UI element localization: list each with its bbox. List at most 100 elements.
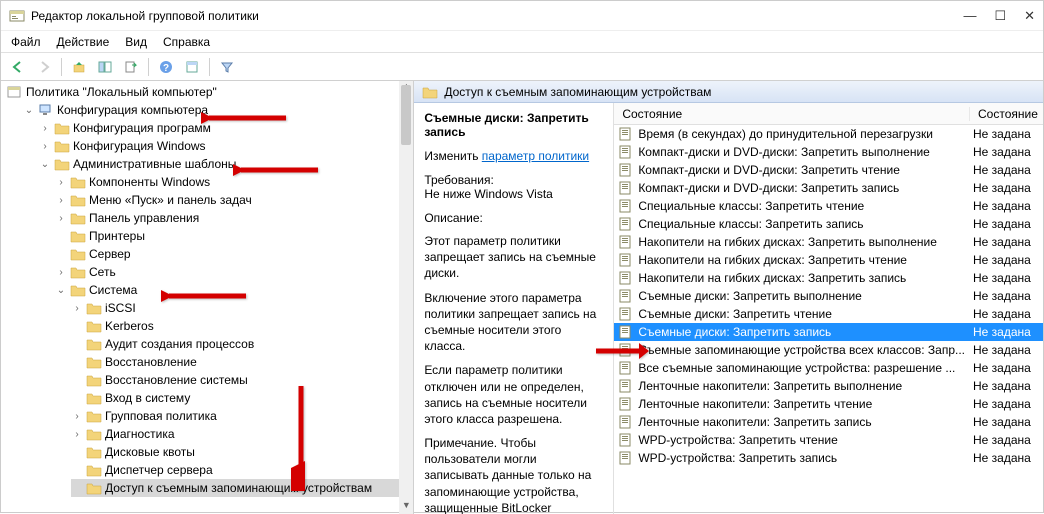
policy-row[interactable]: Компакт-диски и DVD-диски: Запретить зап… [614,179,1043,197]
tree-printers[interactable]: Принтеры [55,227,413,245]
tree-disk-quotas[interactable]: Дисковые квоты [71,443,413,461]
edit-label: Изменить [424,149,481,163]
description-p1: Этот параметр политики запрещает запись … [424,233,603,282]
tree-start-taskbar[interactable]: ›Меню «Пуск» и панель задач [55,191,413,209]
col-state-right[interactable]: Состояние [969,107,1043,121]
policy-row[interactable]: Специальные классы: Запретить чтениеНе з… [614,197,1043,215]
policy-setting-icon [618,163,634,177]
policy-name: Специальные классы: Запретить чтение [638,199,965,213]
tree-label: Конфигурация компьютера [57,103,208,117]
expand-icon[interactable]: › [39,123,51,134]
minimize-button[interactable]: — [963,8,976,24]
tree-group-policy[interactable]: ›Групповая политика [71,407,413,425]
collapse-icon[interactable]: ⌄ [23,105,35,116]
policy-row[interactable]: Съемные запоминающие устройства всех кла… [614,341,1043,359]
close-button[interactable]: ✕ [1024,8,1035,24]
expand-icon[interactable]: › [55,177,67,188]
tree-system[interactable]: ⌄ Система [55,281,413,299]
policy-setting-icon [618,199,634,213]
expand-icon[interactable]: › [71,411,83,422]
forward-button[interactable] [33,56,55,78]
properties-button[interactable] [181,56,203,78]
policy-setting-icon [618,127,634,141]
requirements-value: Не ниже Windows Vista [424,187,603,201]
tree-admin-templates[interactable]: ⌄Административные шаблоны [39,155,413,173]
tree-control-panel[interactable]: ›Панель управления [55,209,413,227]
menu-help[interactable]: Справка [163,35,210,49]
expand-icon[interactable]: › [71,429,83,440]
tree-removable-access[interactable]: Доступ к съемным запоминающим устройства… [71,479,413,497]
policy-row[interactable]: Съемные диски: Запретить записьНе задана [614,323,1043,341]
policy-setting-icon [618,379,634,393]
expand-icon[interactable]: › [71,303,83,314]
policy-row[interactable]: Время (в секундах) до принудительной пер… [614,125,1043,143]
policy-row[interactable]: Съемные диски: Запретить выполнениеНе за… [614,287,1043,305]
policy-row[interactable]: Специальные классы: Запретить записьНе з… [614,215,1043,233]
tree-recovery[interactable]: Восстановление [71,353,413,371]
tree-label: Вход в систему [105,391,190,405]
policy-name: Накопители на гибких дисках: Запретить ч… [638,253,965,267]
tree-logon[interactable]: Вход в систему [71,389,413,407]
policy-setting-icon [618,181,634,195]
expand-icon[interactable]: › [55,195,67,206]
policy-name: Компакт-диски и DVD-диски: Запретить зап… [638,181,965,195]
folder-icon [86,337,102,351]
policy-row[interactable]: Все съемные запоминающие устройства: раз… [614,359,1043,377]
toolbar: ? [1,53,1043,81]
tree-windows-components[interactable]: ›Компоненты Windows [55,173,413,191]
tree-iscsi[interactable]: ›iSCSI [71,299,413,317]
policy-state: Не задана [969,235,1043,249]
tree-server[interactable]: Сервер [55,245,413,263]
policy-state: Не задана [969,181,1043,195]
menu-view[interactable]: Вид [125,35,147,49]
tree-root[interactable]: Политика "Локальный компьютер" [7,83,413,101]
policy-setting-icon [618,343,634,357]
collapse-icon[interactable]: ⌄ [39,159,51,170]
collapse-icon[interactable]: ⌄ [55,285,67,296]
scrollbar-thumb[interactable] [401,85,411,145]
maximize-button[interactable]: ☐ [994,8,1006,24]
policy-state: Не задана [969,361,1043,375]
tree-label: Конфигурация Windows [73,139,206,153]
policy-row[interactable]: Ленточные накопители: Запретить чтениеНе… [614,395,1043,413]
menu-action[interactable]: Действие [57,35,110,49]
up-button[interactable] [68,56,90,78]
tree-computer-config[interactable]: ⌄ Конфигурация компьютера [23,101,413,119]
back-button[interactable] [7,56,29,78]
policy-row[interactable]: WPD-устройства: Запретить записьНе задан… [614,449,1043,467]
tree-kerberos[interactable]: Kerberos [71,317,413,335]
policy-row[interactable]: Компакт-диски и DVD-диски: Запретить вып… [614,143,1043,161]
policy-row[interactable]: Ленточные накопители: Запретить записьНе… [614,413,1043,431]
tree-audit[interactable]: Аудит создания процессов [71,335,413,353]
policy-row[interactable]: Накопители на гибких дисках: Запретить ч… [614,251,1043,269]
expand-icon[interactable]: › [55,267,67,278]
tree-server-manager[interactable]: Диспетчер сервера [71,461,413,479]
tree-software-settings[interactable]: ›Конфигурация программ [39,119,413,137]
col-state-left[interactable]: Состояние [614,107,969,121]
policy-row[interactable]: Накопители на гибких дисках: Запретить в… [614,233,1043,251]
menu-file[interactable]: Файл [11,35,41,49]
policy-row[interactable]: Компакт-диски и DVD-диски: Запретить чте… [614,161,1043,179]
edit-policy-link[interactable]: параметр политики [482,149,589,163]
tree-windows-settings[interactable]: › Конфигурация Windows [39,137,413,155]
policy-row[interactable]: Съемные диски: Запретить чтениеНе задана [614,305,1043,323]
description-label: Описание: [424,211,603,225]
folder-icon [86,445,102,459]
policy-row[interactable]: Ленточные накопители: Запретить выполнен… [614,377,1043,395]
tree-scrollbar[interactable]: ▲ ▼ [399,81,413,514]
policy-row[interactable]: Накопители на гибких дисках: Запретить з… [614,269,1043,287]
tree-diagnostics[interactable]: ›Диагностика [71,425,413,443]
filter-button[interactable] [216,56,238,78]
policy-name: Компакт-диски и DVD-диски: Запретить вып… [638,145,965,159]
tree-sys-restore[interactable]: Восстановление системы [71,371,413,389]
tree-label: Система [89,283,137,297]
tree-network[interactable]: ›Сеть [55,263,413,281]
policy-row[interactable]: WPD-устройства: Запретить чтениеНе задан… [614,431,1043,449]
show-hide-tree-button[interactable] [94,56,116,78]
help-button[interactable]: ? [155,56,177,78]
expand-icon[interactable]: › [39,141,51,152]
export-button[interactable] [120,56,142,78]
expand-icon[interactable]: › [55,213,67,224]
svg-text:?: ? [163,63,169,74]
policy-state: Не задана [969,253,1043,267]
